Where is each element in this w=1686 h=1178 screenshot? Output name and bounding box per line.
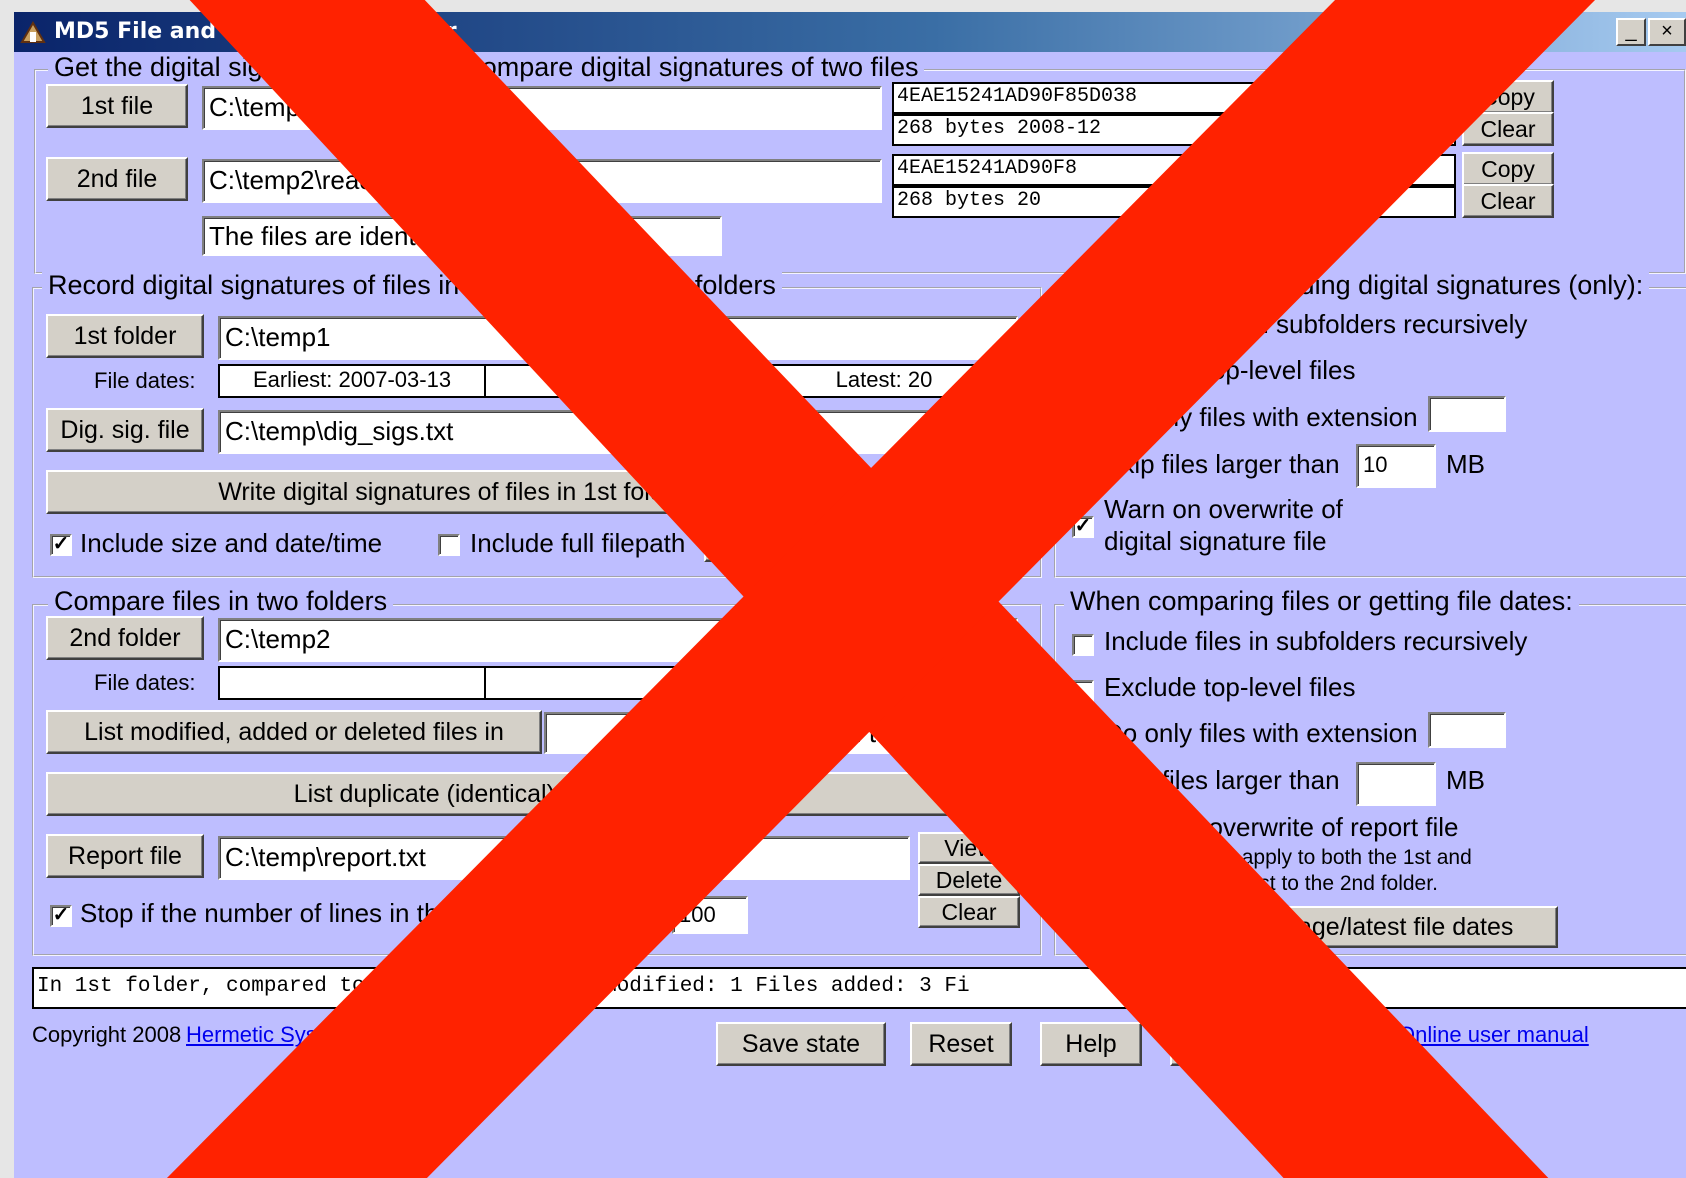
first-folder-path[interactable]: C:\temp1: [218, 316, 1018, 360]
second-file-hash-tail: B: [1314, 157, 1327, 180]
comparing-options-legend: When comparing files or getting file dat…: [1064, 586, 1579, 616]
stop-lines-checkbox[interactable]: ✓: [50, 905, 72, 927]
compare-mb-label: MB: [1446, 765, 1485, 795]
record-only-extension-checkbox[interactable]: [1072, 410, 1094, 432]
second-file-info-value: 268 bytes 20: [897, 189, 1042, 212]
window-title: MD5 File and Folder Comparator: [54, 19, 457, 44]
copy-first-hash-button[interactable]: Copy: [1462, 80, 1554, 114]
first-file-hash: 4EAE15241AD90F85D038: [892, 82, 1456, 114]
dig-sig-file-path[interactable]: C:\temp\dig_sigs.txt: [218, 410, 1018, 454]
online-manual-link[interactable]: Online user manual: [1398, 1022, 1589, 1048]
write-dig-sigs-button[interactable]: Write digital signatures of files in 1st…: [46, 470, 1018, 514]
reset-button[interactable]: Reset: [910, 1022, 1012, 1066]
compare-exclude-top-label: Exclude top-level files: [1104, 672, 1356, 702]
get-file-dates-button[interactable]: Get earliest/average/latest file dates: [1070, 906, 1558, 948]
stop-lines-input[interactable]: 100: [672, 896, 748, 934]
clear-first-file-button[interactable]: Clear: [1462, 112, 1554, 146]
view-report-button[interactable]: View: [918, 832, 1020, 864]
options-note-line-1: These options apply to both the 1st and: [1104, 846, 1472, 869]
warn-overwrite-digsig-checkbox[interactable]: ✓: [1072, 516, 1094, 538]
compare-exclude-top-checkbox[interactable]: [1072, 680, 1094, 702]
first-folder-latest-date: Latest: 20: [750, 364, 1018, 398]
record-exclude-top-checkbox[interactable]: [1072, 363, 1094, 385]
record-skip-large-checkbox[interactable]: ✓: [1072, 456, 1094, 478]
first-file-info: 268 bytes 2008-12: [892, 114, 1456, 146]
second-file-info: 268 bytes 20 4 AM: [892, 186, 1456, 218]
second-folder-dates-label: File dates:: [94, 670, 196, 695]
folders-button[interactable]: olders: [704, 526, 1022, 562]
second-file-path[interactable]: C:\temp2\readme.txt: [202, 159, 882, 203]
warn-overwrite-report-label: Warn on overwrite of report file: [1104, 812, 1459, 842]
save-state-button[interactable]: Save state: [716, 1022, 886, 1066]
include-size-date-label: Include size and date/time: [80, 528, 383, 558]
recording-options-legend: When recording digital signatures (only)…: [1154, 270, 1650, 300]
file-compare-result: The files are identical: [202, 216, 722, 256]
warn-overwrite-report-checkbox[interactable]: [1072, 820, 1094, 842]
second-file-hash: 4EAE15241AD90F8 B: [892, 154, 1456, 186]
record-only-extension-label: Do only files with extension: [1104, 402, 1418, 432]
record-mb-label: MB: [1446, 449, 1485, 479]
include-size-date-checkbox[interactable]: ✓: [50, 534, 72, 556]
record-exclude-top-label: Exclude top-level files: [1104, 355, 1356, 385]
first-folder-dates-label: File dates:: [94, 368, 196, 393]
second-folder-average-date: [484, 666, 752, 700]
warn-overwrite-digsig-label-1: Warn on overwrite of: [1104, 494, 1343, 524]
first-folder-button[interactable]: 1st folder: [46, 314, 204, 358]
compare-only-extension-checkbox[interactable]: [1072, 726, 1094, 748]
copyright-text: Copyright 2008: [32, 1022, 182, 1047]
compare-skip-large-label: Skip files larger than: [1104, 765, 1340, 795]
warn-overwrite-digsig-label-2: digital signature file: [1104, 526, 1327, 556]
record-include-subfolders-checkbox[interactable]: [1072, 316, 1094, 338]
compare-include-subfolders-checkbox[interactable]: [1072, 634, 1094, 656]
report-file-path[interactable]: C:\temp\report.txt: [218, 836, 910, 880]
second-folder-path[interactable]: C:\temp2: [218, 618, 1018, 662]
second-folder-button[interactable]: 2nd folder: [46, 616, 204, 660]
include-full-filepath-checkbox[interactable]: [438, 534, 460, 556]
options-note-line-2: 2nd folder, not just to the 2nd folder.: [1104, 872, 1438, 895]
clear-second-file-button[interactable]: Clear: [1462, 184, 1554, 218]
help-button[interactable]: Help: [1040, 1022, 1142, 1066]
copy-second-hash-button[interactable]: Copy: [1462, 152, 1554, 186]
second-folder-latest-date: [750, 666, 1018, 700]
record-legend: Record digital signatures of files in a …: [42, 270, 782, 300]
compare-skip-size-input[interactable]: [1356, 762, 1436, 806]
file-compare-legend: Get the digital signature of, and/or com…: [48, 52, 925, 82]
clear-report-button[interactable]: Clear: [918, 896, 1020, 928]
include-full-filepath-label: Include full filepath: [470, 528, 686, 558]
record-extension-input[interactable]: [1428, 396, 1506, 432]
dig-sig-file-button[interactable]: Dig. sig. file: [46, 408, 204, 452]
compare-extension-input[interactable]: [1428, 712, 1506, 748]
author-link[interactable]: Hermetic Systems www.hermetic.ch: [186, 1022, 537, 1048]
minimize-button[interactable]: _: [1616, 18, 1646, 46]
first-folder-earliest-date: Earliest: 2007-03-13: [218, 364, 486, 398]
first-folder-average-date: [484, 364, 752, 398]
title-bar[interactable]: MD5 File and Folder Comparator _ □: [14, 12, 1686, 52]
first-file-button[interactable]: 1st file: [46, 84, 188, 128]
delete-report-button[interactable]: Delete: [918, 864, 1020, 896]
record-skip-size-input[interactable]: 10: [1356, 444, 1436, 488]
report-file-button[interactable]: Report file: [46, 834, 204, 878]
status-line: In 1st folder, compared to 2nd folder: F…: [32, 967, 1686, 1009]
compare-include-subfolders-label: Include files in subfolders recursively: [1104, 626, 1528, 656]
list-modified-scope[interactable]: compared to 2nd: [544, 712, 1018, 754]
list-modified-button[interactable]: List modified, added or deleted files in: [46, 710, 542, 754]
exit-button[interactable]: Exit: [1170, 1022, 1272, 1066]
second-file-button[interactable]: 2nd file: [46, 157, 188, 201]
compare-skip-large-checkbox[interactable]: [1072, 772, 1094, 794]
record-skip-large-label: Skip files larger than: [1104, 449, 1340, 479]
app-icon: [20, 21, 46, 43]
second-file-hash-value: 4EAE15241AD90F8: [897, 157, 1078, 180]
first-file-path[interactable]: C:\temp1\readme.txt: [202, 86, 882, 130]
app-window: MD5 File and Folder Comparator _ □ Get t…: [14, 12, 1686, 1178]
compare-only-extension-label: Do only files with extension: [1104, 718, 1418, 748]
record-include-subfolders-label: Include files in subfolders recursively: [1104, 309, 1528, 339]
compare-folders-legend: Compare files in two folders: [48, 586, 394, 616]
second-folder-earliest-date: [218, 666, 486, 700]
stop-lines-label: Stop if the number of lines in the repor…: [80, 898, 633, 928]
second-file-info-tail: 4 AM: [1284, 189, 1333, 212]
close-button[interactable]: ×: [1648, 18, 1686, 46]
list-duplicates-button[interactable]: List duplicate (identical) files in both…: [46, 772, 1018, 816]
